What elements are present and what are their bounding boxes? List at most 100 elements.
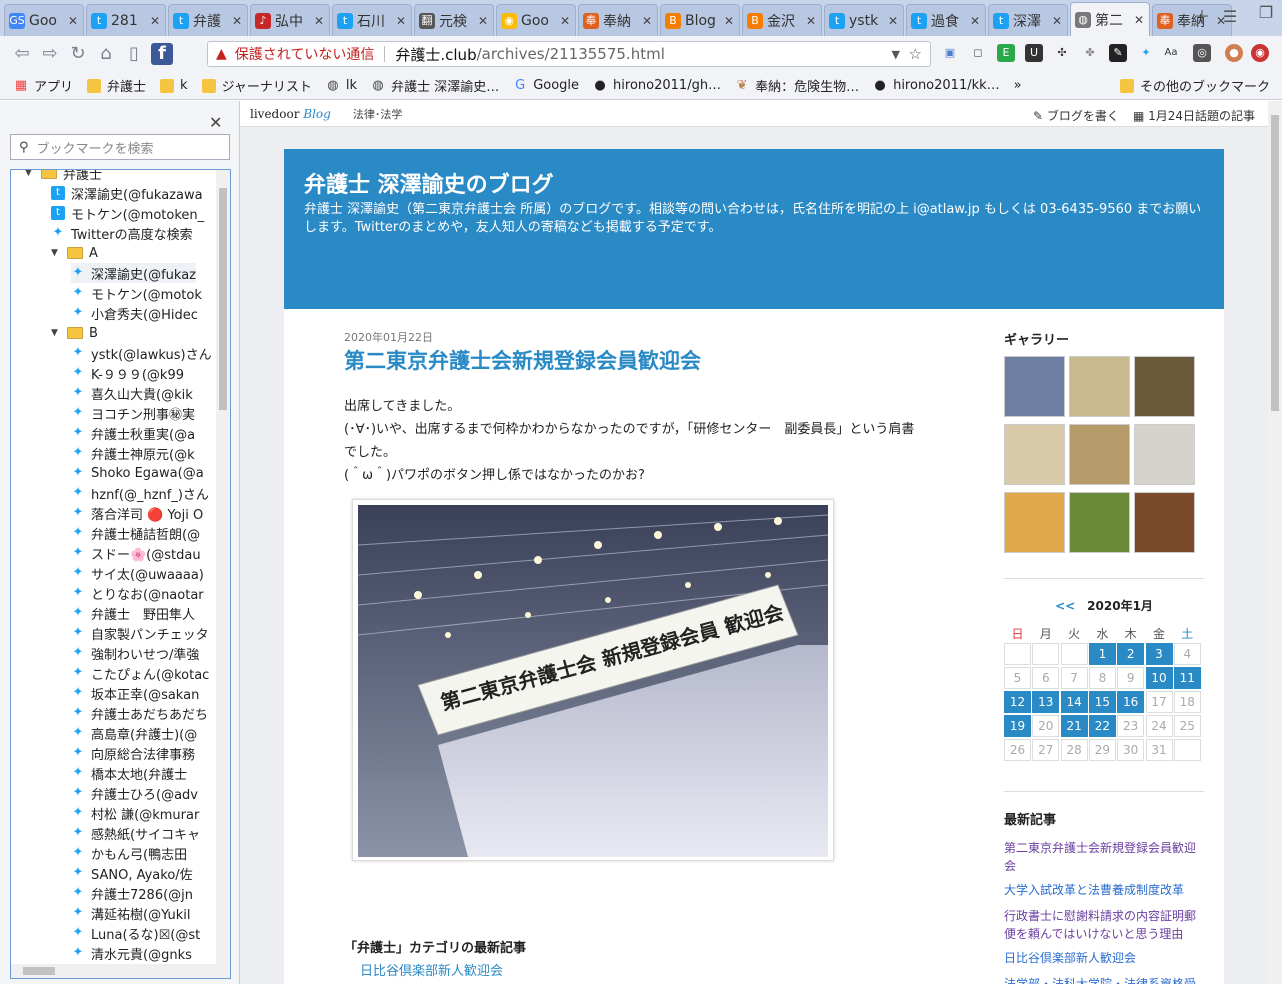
bookmark-icon[interactable]: ◻ xyxy=(969,44,987,62)
bookmark-entry[interactable]: ✦ Shoko Egawa(@a xyxy=(71,463,204,483)
gallery-thumbnail[interactable] xyxy=(1004,424,1065,485)
bookmark-item[interactable]: » xyxy=(1014,78,1022,93)
bookmark-item[interactable]: 弁護士 xyxy=(87,76,146,95)
recent-post-link[interactable]: 大学入試改革と法曹養成制度改革 xyxy=(1004,881,1204,899)
expand-icon[interactable]: ▼ xyxy=(25,170,35,178)
category-link[interactable]: 日比谷倶楽部新人歓迎会 xyxy=(360,960,503,979)
bookmark-entry[interactable]: ✦ 弁護士あだちあだち xyxy=(71,703,208,723)
tab[interactable]: t 石川 ✕ xyxy=(332,4,412,36)
url-icon[interactable]: U xyxy=(1025,44,1043,62)
edit-icon[interactable]: ✎ xyxy=(1109,44,1127,62)
gallery-thumbnail[interactable] xyxy=(1134,424,1195,485)
crosshair-icon[interactable]: ✣ xyxy=(1053,44,1071,62)
scroll-thumb[interactable] xyxy=(23,967,55,975)
bookmark-entry[interactable]: t 深澤諭史(@fukazawa xyxy=(51,183,203,203)
bookmark-folder[interactable]: ▼ A xyxy=(51,243,98,263)
gallery-thumbnail[interactable] xyxy=(1134,356,1195,417)
calendar-day[interactable]: 13 xyxy=(1032,691,1060,713)
post-photo[interactable]: 第二東京弁護士会 新規登録会員 歓迎会 xyxy=(352,499,834,861)
calendar-day[interactable]: 14 xyxy=(1060,691,1088,713)
gallery-thumbnail[interactable] xyxy=(1004,356,1065,417)
bookmark-entry[interactable]: ✦ 溝延祐樹(@Yukil xyxy=(71,903,191,923)
back-button[interactable]: ⇦ xyxy=(8,40,36,68)
bookmark-folder[interactable]: ▼ 弁護士 xyxy=(25,170,102,183)
expand-icon[interactable]: ▼ xyxy=(51,248,61,258)
pocket-icon[interactable]: ◎ xyxy=(1193,44,1211,62)
scroll-thumb[interactable] xyxy=(219,188,227,410)
bookmark-entry[interactable]: ✦ 強制わいせつ/準強 xyxy=(71,643,200,663)
bookmark-entry[interactable]: ✦ 小倉秀夫(@Hidec xyxy=(71,303,198,323)
recent-post-link[interactable]: 行政書士に慰謝料請求の内容証明郵便を頼んではいけないと思う理由 xyxy=(1004,907,1204,943)
calendar-prev-link[interactable]: << xyxy=(1055,599,1075,613)
tab-close-icon[interactable]: ✕ xyxy=(723,14,735,28)
bookmark-entry[interactable]: ✦ かもん弓(鴨志田 xyxy=(71,843,188,863)
new-tab-button[interactable]: ＋ xyxy=(1190,6,1214,28)
bookmark-entry[interactable]: ✦ 清水元貴(@gnks xyxy=(71,943,192,963)
tab-close-icon[interactable]: ✕ xyxy=(1133,13,1145,27)
gallery-thumbnail[interactable] xyxy=(1069,492,1130,553)
bookmark-item[interactable]: ▦ アプリ xyxy=(14,76,73,95)
bookmark-entry[interactable]: ✦ SANO, Ayako/佐 xyxy=(71,863,193,883)
window-restore-icon[interactable]: ❐ xyxy=(1254,2,1278,24)
tab-close-icon[interactable]: ✕ xyxy=(559,14,571,28)
tab-close-icon[interactable]: ✕ xyxy=(969,14,981,28)
avatar[interactable]: ● xyxy=(1225,44,1243,62)
bookmark-entry[interactable]: ✦ 感熱紙(サイコキャ xyxy=(71,823,201,843)
tab-close-icon[interactable]: ✕ xyxy=(477,14,489,28)
bookmark-entry[interactable]: ✦ 弁護士 野田隼人 xyxy=(71,603,195,623)
bookmark-entry[interactable]: ✦ 弁護士神原元(@k xyxy=(71,443,195,463)
evernote-icon[interactable]: E xyxy=(997,44,1015,62)
tab-close-icon[interactable]: ✕ xyxy=(313,14,325,28)
profile-icon[interactable]: ◉ xyxy=(1251,44,1269,62)
bookmark-entry[interactable]: ✦ ヨコチン刑事㊙実 xyxy=(71,403,195,423)
tab[interactable]: ♪ 弘中 ✕ xyxy=(250,4,330,36)
tab-close-icon[interactable]: ✕ xyxy=(887,14,899,28)
star-icon[interactable]: ☆ xyxy=(909,45,922,63)
font-icon[interactable]: Aa xyxy=(1162,44,1180,62)
bookmark-item[interactable]: ❦ 奉納：危険生物… xyxy=(735,76,859,95)
gallery-thumbnail[interactable] xyxy=(1069,356,1130,417)
bookmark-entry[interactable]: t モトケン(@motoken_ xyxy=(51,203,204,223)
bookmark-item[interactable]: その他のブックマーク xyxy=(1119,76,1270,95)
calendar-day[interactable]: 10 xyxy=(1145,667,1173,689)
bookmark-entry[interactable]: ✦ K-９９９(@k99 xyxy=(71,363,184,383)
bookmark-entry[interactable]: ✦ 喜久山大貴(@kik xyxy=(71,383,193,403)
bookmark-item[interactable]: ● hirono2011/gh… xyxy=(593,78,721,93)
tab-close-icon[interactable]: ✕ xyxy=(395,14,407,28)
facebook-icon[interactable]: f xyxy=(151,43,173,65)
bookmark-entry[interactable]: ✦ 落合洋司 🔴 Yoji O xyxy=(71,503,204,523)
calendar-day[interactable]: 11 xyxy=(1173,667,1201,689)
expand-icon[interactable]: ▼ xyxy=(51,328,61,338)
bookmark-tree[interactable]: ✦ 清水元貴(@gnks ✦ Luna(るな)☒(@st ✦ 溝延祐樹(@Yukil ✦ 弁護… xyxy=(10,169,231,979)
gallery-thumbnail[interactable] xyxy=(1004,492,1065,553)
livedoor-logo[interactable]: livedoor Blog xyxy=(250,107,331,121)
forward-button[interactable]: ⇨ xyxy=(36,40,64,68)
calendar-day[interactable]: 15 xyxy=(1088,691,1116,713)
tab[interactable]: B 金沢 ✕ xyxy=(742,4,822,36)
calendar-day[interactable]: 2 xyxy=(1117,643,1145,665)
close-icon[interactable]: ✕ xyxy=(209,113,222,132)
bookmark-entry[interactable]: ✦ 深澤諭史(@fukaz xyxy=(71,263,196,283)
extension-icon[interactable]: ▣ xyxy=(941,44,959,62)
home-button[interactable]: ⌂ xyxy=(92,40,120,68)
bookmark-item[interactable]: k xyxy=(160,78,188,93)
calendar-day[interactable]: 19 xyxy=(1004,715,1031,737)
calendar-day[interactable]: 12 xyxy=(1004,691,1031,713)
bookmark-folder[interactable]: ▼ B xyxy=(51,323,98,343)
bookmark-entry[interactable]: ✦ スドー🌸(@stdau xyxy=(71,543,201,563)
calendar-day[interactable]: 3 xyxy=(1145,643,1173,665)
bookmark-entry[interactable]: ✦ 弁護士秋重実(@a xyxy=(71,423,196,443)
twitter-icon[interactable]: ✦ xyxy=(1137,44,1155,62)
topic-link[interactable]: ▦ 1月24日話題の記事 xyxy=(1133,107,1255,124)
tab[interactable]: GS Goo ✕ xyxy=(4,4,84,36)
tree-horizontal-scrollbar[interactable] xyxy=(11,964,218,978)
tab[interactable]: t 深澤 ✕ xyxy=(988,4,1068,36)
bookmark-entry[interactable]: ✦ モトケン(@motok xyxy=(71,283,202,303)
post-title[interactable]: 第二東京弁護士会新規登録会員歓迎会 xyxy=(344,345,701,375)
bookmark-entry[interactable]: ✦ 弁護士樋詰哲朗(@ xyxy=(71,523,201,543)
bookmark-entry[interactable]: ✦ 向原総合法律事務 xyxy=(71,743,195,763)
calendar-day[interactable]: 16 xyxy=(1117,691,1145,713)
bookmark-item[interactable]: G Google xyxy=(513,78,579,93)
gallery-thumbnail[interactable] xyxy=(1069,424,1130,485)
bookmark-entry[interactable]: ✦ こたぴょん(@kotac xyxy=(71,663,210,683)
